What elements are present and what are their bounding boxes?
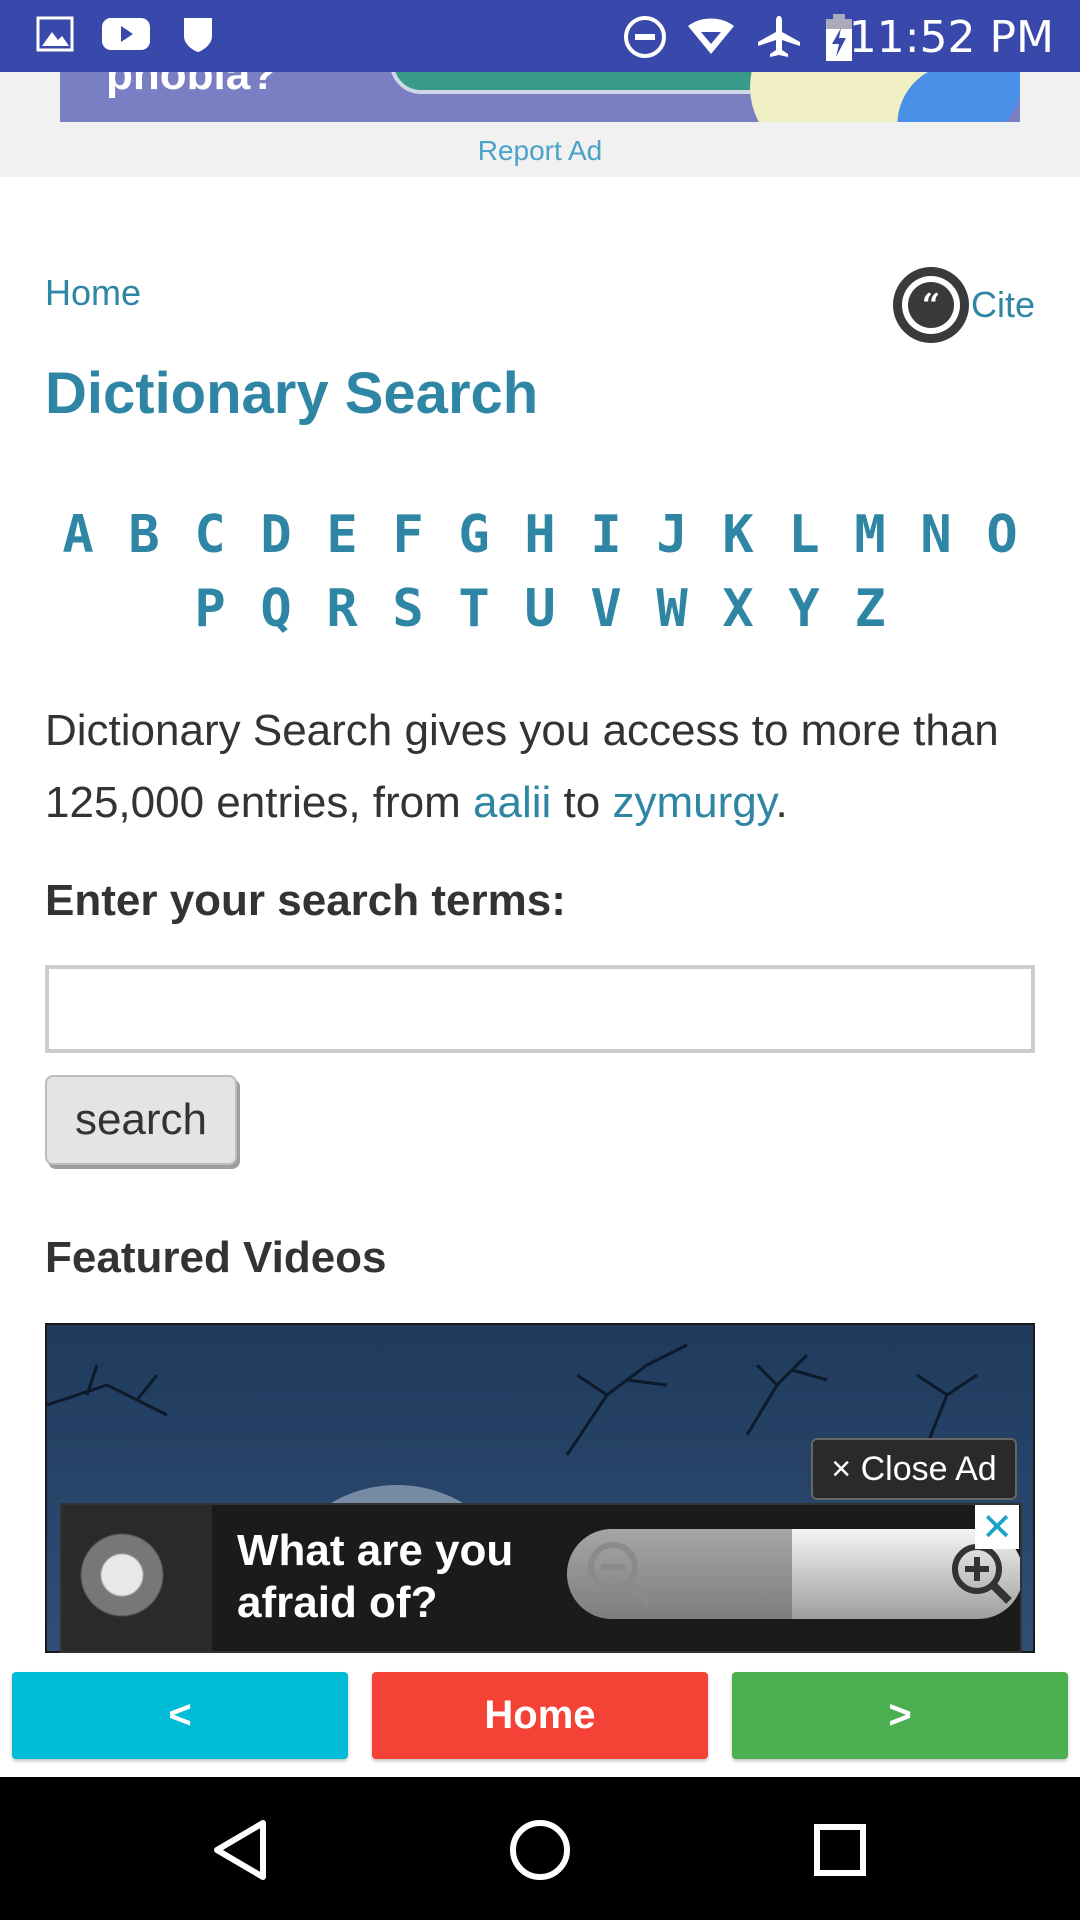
letter-link-n[interactable]: N <box>903 505 969 579</box>
letter-link-e[interactable]: E <box>309 505 375 579</box>
letter-link-m[interactable]: M <box>837 505 903 579</box>
do-not-disturb-icon <box>624 16 666 58</box>
top-ad-button[interactable] <box>390 72 780 94</box>
letter-link-c[interactable]: C <box>177 505 243 579</box>
first-entry-link[interactable]: aalii <box>473 778 551 827</box>
alphabet-row: PQRSTUVWXYZ <box>45 579 1035 653</box>
featured-videos-heading: Featured Videos <box>45 1233 387 1282</box>
letter-link-i[interactable]: I <box>573 505 639 579</box>
letter-link-s[interactable]: S <box>375 579 441 653</box>
letter-link-k[interactable]: K <box>705 505 771 579</box>
top-ad-text: phobia? <box>106 72 278 99</box>
close-ad-button[interactable]: × Close Ad <box>811 1438 1017 1500</box>
intro-text-end: . <box>775 778 788 827</box>
top-ad-area: phobia? Report Ad <box>0 72 1080 177</box>
letter-link-a[interactable]: A <box>45 505 111 579</box>
ad-close-x-icon[interactable]: ✕ <box>975 1505 1019 1549</box>
letter-link-x[interactable]: X <box>705 579 771 653</box>
zoom-in-icon[interactable] <box>943 1539 1013 1609</box>
ad-headline-line2: afraid of? <box>237 1578 438 1627</box>
ad-image <box>62 1505 212 1651</box>
letter-link-w[interactable]: W <box>639 579 705 653</box>
letter-link-q[interactable]: Q <box>243 579 309 653</box>
intro-text-middle: to <box>551 778 613 827</box>
back-icon[interactable] <box>205 1815 275 1885</box>
letter-link-h[interactable]: H <box>507 505 573 579</box>
youtube-icon <box>102 18 150 50</box>
letter-link-v[interactable]: V <box>573 579 639 653</box>
home-circle-icon[interactable] <box>505 1815 575 1885</box>
app-root: 11:52 PM phobia? Report Ad Home “ Cite D… <box>0 0 1080 1920</box>
intro-text: Dictionary Search gives you access to mo… <box>45 695 1035 839</box>
image-icon <box>36 16 74 52</box>
home-button[interactable]: Home <box>372 1672 708 1759</box>
letter-link-j[interactable]: J <box>639 505 705 579</box>
ad-zoom-slider[interactable] <box>567 1529 1020 1619</box>
letter-link-l[interactable]: L <box>771 505 837 579</box>
letter-link-y[interactable]: Y <box>771 579 837 653</box>
report-ad-link[interactable]: Report Ad <box>0 135 1080 167</box>
alphabet-row: ABCDEFGHIJKLMNO <box>45 505 1035 579</box>
next-button[interactable]: > <box>732 1672 1068 1759</box>
top-ad-banner[interactable]: phobia? <box>60 72 1020 122</box>
cite-label: Cite <box>970 284 1035 325</box>
video-overlay-ad[interactable]: What are you afraid of? <box>60 1503 1022 1653</box>
letter-link-d[interactable]: D <box>243 505 309 579</box>
ad-headline-line1: What are you <box>237 1526 514 1575</box>
alphabet-index: ABCDEFGHIJKLMNO PQRSTUVWXYZ <box>45 505 1035 653</box>
shield-icon <box>184 18 212 52</box>
status-bar: 11:52 PM <box>0 0 1080 72</box>
cite-button[interactable]: “ Cite <box>892 265 1035 345</box>
clock: 11:52 PM <box>848 12 1054 63</box>
ad-headline: What are you afraid of? <box>237 1525 513 1629</box>
last-entry-link[interactable]: zymurgy <box>612 778 775 827</box>
letter-link-t[interactable]: T <box>441 579 507 653</box>
previous-button[interactable]: < <box>12 1672 348 1759</box>
letter-link-p[interactable]: P <box>177 579 243 653</box>
letter-link-g[interactable]: G <box>441 505 507 579</box>
breadcrumb-home-link[interactable]: Home <box>45 272 141 314</box>
system-navigation-bar <box>0 1777 1080 1920</box>
page-title: Dictionary Search <box>45 361 539 426</box>
airplane-mode-icon <box>758 16 800 57</box>
search-input[interactable] <box>45 965 1035 1053</box>
letter-link-z[interactable]: Z <box>837 579 903 653</box>
letter-link-u[interactable]: U <box>507 579 573 653</box>
letter-link-o[interactable]: O <box>969 505 1035 579</box>
search-label: Enter your search terms: <box>45 876 566 925</box>
search-button[interactable]: search <box>45 1075 237 1165</box>
letter-link-b[interactable]: B <box>111 505 177 579</box>
page-nav-bar: < Home > <box>0 1653 1080 1777</box>
letter-link-f[interactable]: F <box>375 505 441 579</box>
zoom-out-icon[interactable] <box>585 1539 655 1609</box>
recents-icon[interactable] <box>805 1815 875 1885</box>
wifi-icon <box>688 18 734 54</box>
letter-link-r[interactable]: R <box>309 579 375 653</box>
quote-icon: “ <box>892 267 969 343</box>
